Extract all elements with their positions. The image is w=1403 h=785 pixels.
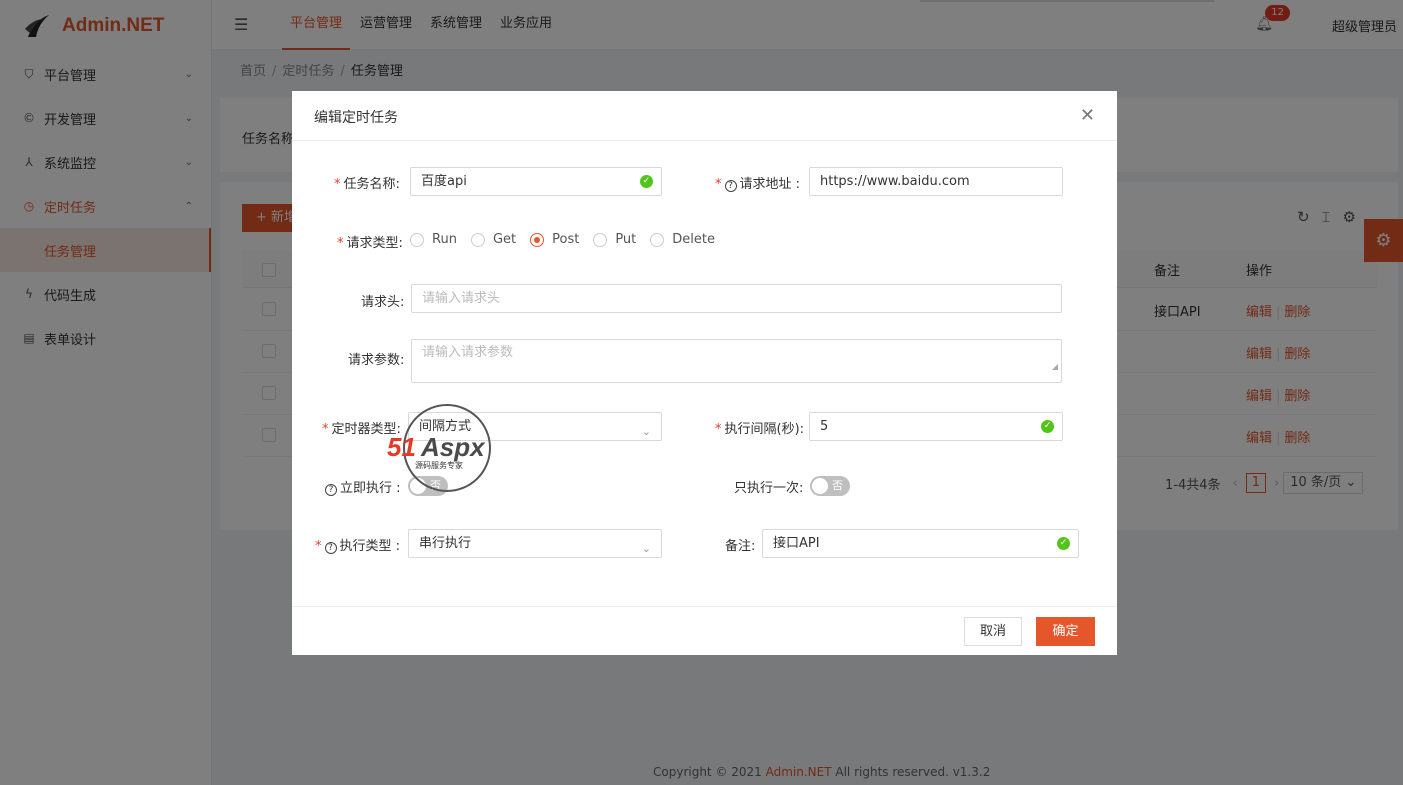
edit-task-dialog: 编辑定时任务 ✕ * 任务名称: 百度api ✓ *? 请求地址 : https:/… — [292, 91, 1117, 655]
request-header-label: 请求头: — [361, 295, 405, 310]
request-type-label: * 请求类型: — [337, 236, 403, 251]
radio-run[interactable]: Run — [410, 232, 457, 247]
question-icon[interactable]: ? — [724, 180, 737, 192]
run-once-switch[interactable]: 否 — [810, 476, 850, 496]
dialog-title: 编辑定时任务 — [314, 110, 398, 126]
confirm-button[interactable]: 确定 — [1036, 617, 1095, 646]
request-params-label: 请求参数: — [348, 353, 405, 368]
watermark-logo: 51 Aspx 源码服务专家 — [387, 404, 491, 492]
radio-delete[interactable]: Delete — [650, 232, 715, 247]
remark-input[interactable]: 接口API ✓ — [762, 529, 1079, 558]
watermark-brand: Aspx — [420, 432, 486, 462]
dialog-footer: 取消 确定 — [292, 606, 1117, 655]
request-params-textarea[interactable]: 请输入请求参数 ◢ — [411, 339, 1062, 383]
close-icon[interactable]: ✕ — [1080, 105, 1095, 126]
interval-label: * 执行间隔(秒): — [715, 422, 805, 437]
exec-type-select[interactable]: 串行执行 ⌄ — [408, 529, 662, 558]
request-url-input[interactable]: https://www.baidu.com — [809, 167, 1063, 196]
watermark-tagline: 源码服务专家 — [415, 460, 463, 470]
interval-input[interactable]: 5 ✓ — [809, 412, 1063, 441]
check-circle-icon: ✓ — [1041, 420, 1054, 433]
svg-text:51: 51 — [387, 432, 416, 462]
request-header-input[interactable]: 请输入请求头 — [411, 284, 1062, 313]
radio-put[interactable]: Put — [593, 232, 636, 247]
radio-get[interactable]: Get — [470, 232, 516, 247]
question-icon[interactable]: ? — [325, 484, 337, 496]
cancel-button[interactable]: 取消 — [964, 617, 1022, 646]
exec-type-label: *? 执行类型 : — [315, 539, 401, 554]
resize-handle-icon[interactable]: ◢ — [1052, 354, 1058, 380]
dialog-header: 编辑定时任务 ✕ — [292, 91, 1117, 141]
request-url-label: *? 请求地址 : — [715, 177, 801, 192]
radio-post[interactable]: Post — [530, 232, 579, 247]
check-circle-icon: ✓ — [1057, 537, 1070, 550]
request-type-radio-group: Run Get Post Put Delete — [410, 232, 729, 247]
chevron-down-icon: ⌄ — [641, 542, 651, 555]
task-name-input[interactable]: 百度api ✓ — [410, 167, 662, 196]
check-circle-icon: ✓ — [640, 175, 653, 188]
question-icon[interactable]: ? — [324, 542, 337, 554]
run-once-label: 只执行一次: — [734, 481, 804, 496]
task-name-label: * 任务名称: — [334, 177, 400, 192]
chevron-down-icon: ⌄ — [641, 425, 651, 438]
remark-label: 备注: — [725, 539, 756, 554]
